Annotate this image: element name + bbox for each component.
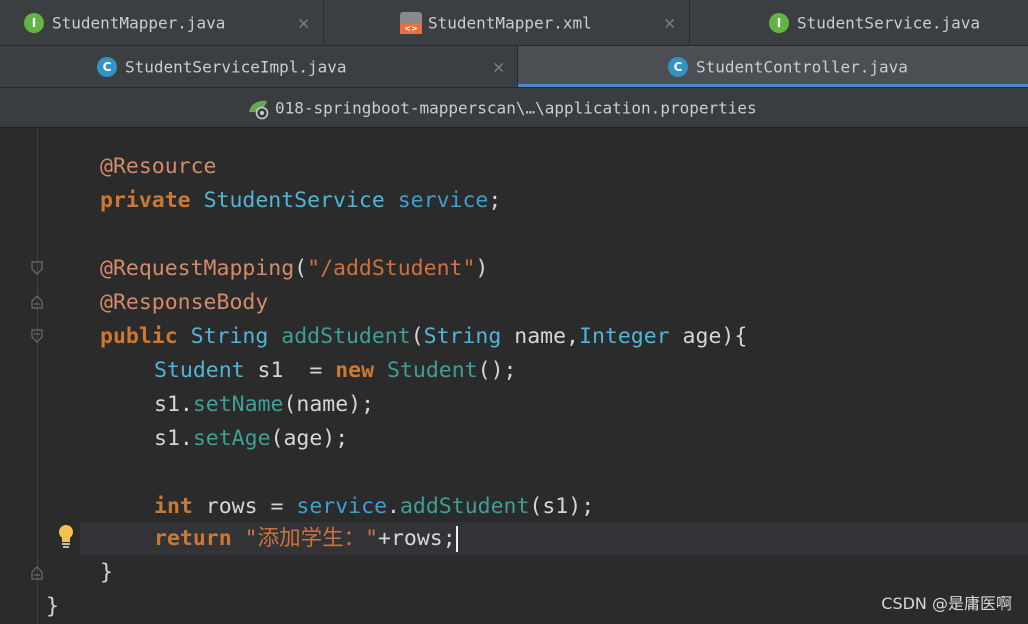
xml-file-icon (400, 11, 422, 34)
code-line-6: Student s1 = new Student(); (154, 358, 517, 383)
lightbulb-icon[interactable] (57, 524, 75, 548)
fold-marker-icon[interactable] (30, 329, 44, 343)
watermark: CSDN @是庸医啊 (881, 594, 1012, 613)
tab-label: StudentController.java (696, 57, 908, 76)
code-editor[interactable]: @Resource private StudentService service… (0, 128, 1028, 624)
code-line-2: private StudentService service; (100, 188, 502, 213)
close-icon[interactable]: × (492, 57, 505, 76)
class-icon: C (668, 56, 688, 77)
code-line-9: int rows = service.addStudent(s1); (154, 494, 595, 519)
code-line-7: s1.setName(name); (154, 392, 375, 417)
code-line-8: s1.setAge(age); (154, 426, 349, 451)
class-icon: C (97, 56, 117, 77)
tab-label: StudentMapper.java (52, 13, 226, 32)
spring-properties-icon (249, 100, 269, 120)
interface-icon: I (24, 12, 44, 33)
code-line-5: public String addStudent(String name,Int… (100, 324, 748, 349)
tab-application-properties[interactable]: 018-springboot-mapperscan\…\application.… (0, 88, 1028, 128)
close-icon[interactable]: × (663, 13, 676, 32)
close-icon[interactable]: × (297, 13, 310, 32)
interface-icon: I (769, 12, 789, 33)
code-line-3: @RequestMapping("/addStudent") (100, 256, 489, 281)
fold-marker-icon[interactable] (30, 295, 44, 309)
tab-label: StudentServiceImpl.java (125, 57, 347, 76)
tab-label: StudentService.java (797, 13, 981, 32)
tab-label: StudentMapper.xml (428, 13, 592, 32)
code-line-1: @Resource (100, 154, 217, 179)
editor-tab-row-1: I StudentMapper.java × StudentMapper.xml… (0, 0, 1028, 46)
indent-guide (37, 128, 38, 624)
code-line-12: } (46, 594, 59, 619)
tab-student-mapper-xml[interactable]: StudentMapper.xml × (324, 0, 690, 45)
code-line-10: return "添加学生："+rows; (154, 526, 458, 552)
properties-path-label: 018-springboot-mapperscan\…\application.… (275, 98, 757, 117)
editor-gutter (0, 128, 80, 624)
tab-student-mapper-java[interactable]: I StudentMapper.java × (0, 0, 324, 45)
tab-student-service-java[interactable]: I StudentService.java (690, 0, 1028, 45)
tab-student-service-impl-java[interactable]: C StudentServiceImpl.java × (0, 46, 518, 87)
editor-tab-row-2: C StudentServiceImpl.java × C StudentCon… (0, 46, 1028, 88)
code-line-11: } (100, 560, 113, 585)
code-line-4: @ResponseBody (100, 290, 269, 315)
text-caret (455, 526, 458, 552)
fold-marker-icon[interactable] (30, 261, 44, 275)
fold-marker-icon[interactable] (30, 566, 44, 580)
tab-student-controller-java[interactable]: C StudentController.java (518, 46, 1028, 87)
